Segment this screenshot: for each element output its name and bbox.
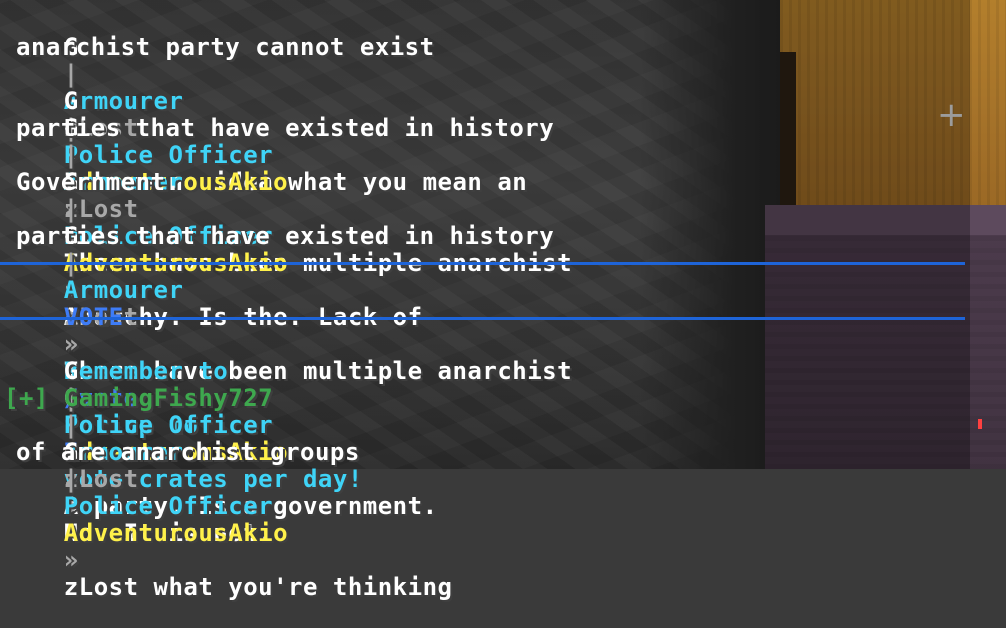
chat-panel: G | Armourer zLost » I have no idea what…: [0, 0, 970, 601]
vote-divider-top: [0, 262, 965, 265]
chat-message-continuation: Government.: [16, 168, 181, 196]
red-marker: [978, 419, 982, 429]
vote-divider-bottom: [0, 317, 965, 320]
separator: |: [63, 465, 79, 493]
chat-message-continuation: parties that have existed in history: [16, 114, 555, 142]
player-name: AdventurousAkio: [63, 519, 289, 547]
chat-message-continuation: parties that have existed in history: [16, 222, 555, 250]
message-text: zLost what you're thinking: [63, 573, 453, 601]
join-message: [+] GamingFishy727: [4, 384, 274, 412]
rank-label: Police Officer: [63, 492, 274, 520]
arrow: »: [63, 546, 79, 574]
chat-message-continuation: of are anarchist groups: [16, 438, 360, 466]
chat-message-continuation: anarchist party cannot exist: [16, 33, 435, 61]
